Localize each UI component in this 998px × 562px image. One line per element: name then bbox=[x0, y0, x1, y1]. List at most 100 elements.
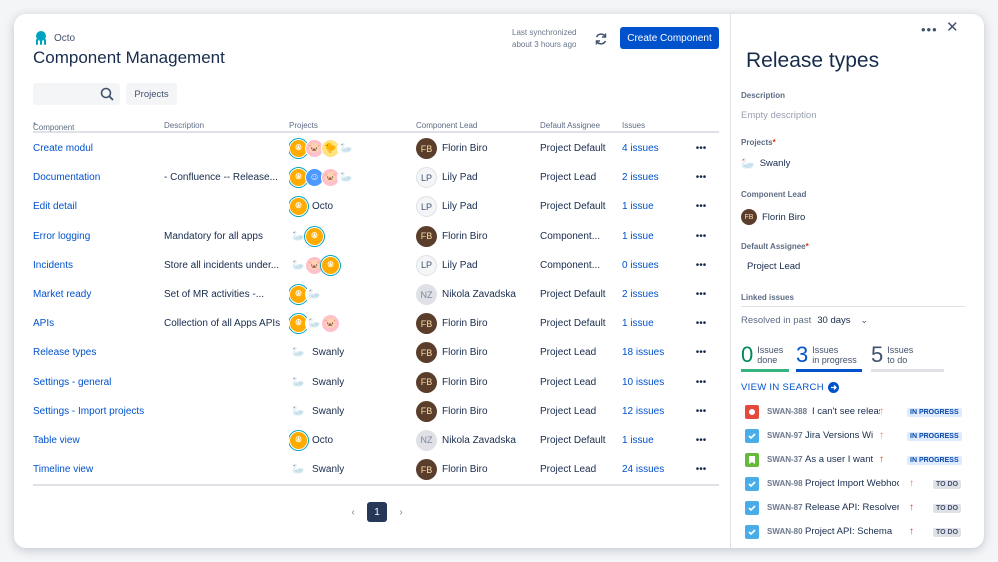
search-input[interactable] bbox=[33, 83, 97, 105]
issues-count-link[interactable]: 1 issue bbox=[622, 309, 686, 338]
default-assignee: Project Default bbox=[540, 289, 606, 301]
col-issues[interactable]: Issues bbox=[622, 121, 645, 130]
issues-count-link[interactable]: 1 issue bbox=[622, 426, 686, 455]
issues-count-link[interactable]: 24 issues bbox=[622, 455, 686, 484]
row-more-icon[interactable]: ••• bbox=[693, 455, 709, 484]
row-more-icon[interactable]: ••• bbox=[693, 134, 709, 163]
close-icon[interactable]: ✕ bbox=[946, 18, 959, 36]
page-current[interactable]: 1 bbox=[367, 502, 387, 522]
component-name-link[interactable]: Market ready bbox=[33, 280, 158, 309]
component-name-link[interactable]: Settings - general bbox=[33, 368, 158, 397]
col-component[interactable]: Component * bbox=[33, 121, 74, 132]
table-row[interactable]: Create modul ⍟ 🐷 🐤 🦢 FB Florin Biro Project Def… bbox=[33, 134, 719, 163]
row-more-icon[interactable]: ••• bbox=[693, 222, 709, 251]
table-row[interactable]: Release types 🦢 Swanly FB Florin Biro Project… bbox=[33, 338, 719, 367]
linked-issue-item[interactable]: SWAN-80 Project API: Schema ↑ TO DO bbox=[745, 520, 967, 544]
lead-name: Lily Pad bbox=[442, 172, 478, 184]
stat-todo[interactable]: 5 Issues to do bbox=[871, 340, 944, 372]
issue-summary: Project Import Webhook bbox=[805, 478, 899, 489]
col-lead[interactable]: Component Lead bbox=[416, 121, 477, 130]
issues-count-link[interactable]: 1 issue bbox=[622, 192, 686, 221]
sync-button[interactable] bbox=[592, 30, 610, 48]
projects-field[interactable]: 🦢 Swanly bbox=[741, 157, 790, 170]
row-more-icon[interactable]: ••• bbox=[693, 426, 709, 455]
component-name-link[interactable]: Create modul bbox=[33, 134, 158, 163]
prev-page-icon[interactable]: ‹ bbox=[347, 507, 359, 518]
avatar: FB bbox=[741, 209, 757, 225]
row-more-icon[interactable]: ••• bbox=[693, 309, 709, 338]
stat-done-l1: Issues bbox=[757, 344, 784, 355]
project-avatars: ⍟ ☺ 🐷 🦢 bbox=[289, 168, 356, 188]
row-more-icon[interactable]: ••• bbox=[693, 280, 709, 309]
linked-issue-item[interactable]: SWAN-37As a user I want to ↑ IN PROGRESS bbox=[745, 448, 967, 472]
table-row[interactable]: Table view ⍟ Octo NZ Nikola Zavadska Project … bbox=[33, 426, 719, 455]
more-options-icon[interactable]: ••• bbox=[921, 22, 938, 37]
issues-count-link[interactable]: 0 issues bbox=[622, 251, 686, 280]
lead-field[interactable]: FB Florin Biro bbox=[741, 209, 805, 225]
row-more-icon[interactable]: ••• bbox=[693, 338, 709, 367]
table-row[interactable]: APIs Collection of all Apps APIs ⍟ 🦢 🐷 FB Flor… bbox=[33, 309, 719, 338]
issues-count-link[interactable]: 18 issues bbox=[622, 338, 686, 367]
project-label: Octo bbox=[312, 434, 334, 446]
stat-todo-l2: to do bbox=[887, 354, 908, 365]
resolved-days-select[interactable]: 30 days bbox=[817, 315, 850, 326]
table-row[interactable]: Documentation - Confluence -- Release... ⍟… bbox=[33, 163, 719, 192]
avatar: LP bbox=[416, 196, 437, 218]
table-row[interactable]: Error logging Mandatory for all apps 🦢 ⍟ FB F… bbox=[33, 222, 719, 251]
next-page-icon[interactable]: › bbox=[395, 507, 407, 518]
issues-count-link[interactable]: 10 issues bbox=[622, 368, 686, 397]
issues-count-link[interactable]: 2 issues bbox=[622, 280, 686, 309]
lead-name: Lily Pad bbox=[442, 259, 478, 271]
story-type-icon bbox=[745, 453, 759, 467]
issues-count-link[interactable]: 2 issues bbox=[622, 163, 686, 192]
priority-arrow-icon: ↑ bbox=[879, 406, 884, 417]
row-more-icon[interactable]: ••• bbox=[693, 368, 709, 397]
search-icon[interactable] bbox=[100, 87, 114, 101]
table-row[interactable]: Edit detail ⍟ Octo LP Lily Pad Project Defaul… bbox=[33, 192, 719, 221]
avatar: LP bbox=[416, 254, 437, 276]
component-name-link[interactable]: Incidents bbox=[33, 251, 158, 280]
app-header: Octo bbox=[33, 30, 75, 46]
status-badge: IN PROGRESS bbox=[907, 408, 962, 417]
component-name-link[interactable]: Settings - Import projects bbox=[33, 397, 158, 426]
row-more-icon[interactable]: ••• bbox=[693, 163, 709, 192]
component-name-link[interactable]: Error logging bbox=[33, 222, 158, 251]
stat-done[interactable]: 0 Issues done bbox=[741, 340, 789, 372]
table-header: Component * Description Projects Componen… bbox=[33, 119, 719, 133]
project-avatars: 🦢 🐷 ⍟ bbox=[289, 255, 340, 275]
component-name-link[interactable]: Table view bbox=[33, 426, 158, 455]
table-row[interactable]: Incidents Store all incidents under... 🦢 🐷 ⍟… bbox=[33, 251, 719, 280]
issues-count-link[interactable]: 4 issues bbox=[622, 134, 686, 163]
table-row[interactable]: Settings - general 🦢 Swanly FB Florin Biro Pr… bbox=[33, 368, 719, 397]
table-row[interactable]: Timeline view 🦢 Swanly FB Florin Biro Project… bbox=[33, 455, 719, 484]
component-name-link[interactable]: Documentation bbox=[33, 163, 158, 192]
table-row[interactable]: Settings - Import projects 🦢 Swanly FB Flori… bbox=[33, 397, 719, 426]
col-assignee[interactable]: Default Assignee bbox=[540, 121, 600, 130]
issues-count-link[interactable]: 12 issues bbox=[622, 397, 686, 426]
assignee-field[interactable]: Project Lead bbox=[747, 261, 800, 272]
row-more-icon[interactable]: ••• bbox=[693, 192, 709, 221]
col-projects[interactable]: Projects bbox=[289, 121, 318, 130]
description-field[interactable]: Empty description bbox=[741, 110, 817, 121]
table-row[interactable]: Market ready Set of MR activities -... ⍟ 🦢 N… bbox=[33, 280, 719, 309]
linked-issue-item[interactable]: SWAN-87 Release API: Resolver ↑ TO DO bbox=[745, 496, 967, 520]
linked-issue-item[interactable]: SWAN-97Jira Versions Widget ↑ IN PROGRESS bbox=[745, 424, 967, 448]
issues-count-link[interactable]: 1 issue bbox=[622, 222, 686, 251]
row-more-icon[interactable]: ••• bbox=[693, 397, 709, 426]
component-name-link[interactable]: Timeline view bbox=[33, 455, 158, 484]
linked-issue-item[interactable]: SWAN-388 I can't see release↑ IN PROGRESS bbox=[745, 400, 967, 424]
chevron-down-icon[interactable]: ⌄ bbox=[861, 315, 869, 326]
avatar: FB bbox=[416, 400, 437, 422]
component-name-link[interactable]: Release types bbox=[33, 338, 158, 367]
component-lead: LP Lily Pad bbox=[416, 251, 536, 280]
create-component-button[interactable]: Create Component bbox=[620, 27, 719, 49]
projects-filter-button[interactable]: Projects bbox=[126, 83, 177, 105]
component-name-link[interactable]: APIs bbox=[33, 309, 158, 338]
component-name-link[interactable]: Edit detail bbox=[33, 192, 158, 221]
lead-name: Florin Biro bbox=[442, 347, 488, 359]
stat-in-progress[interactable]: 3 Issues in progress bbox=[796, 340, 862, 372]
view-in-search-link[interactable]: VIEW IN SEARCH bbox=[741, 382, 839, 393]
row-more-icon[interactable]: ••• bbox=[693, 251, 709, 280]
linked-issue-item[interactable]: SWAN-98 Project Import Webhook ↑ TO DO bbox=[745, 472, 967, 496]
col-description[interactable]: Description bbox=[164, 121, 204, 130]
